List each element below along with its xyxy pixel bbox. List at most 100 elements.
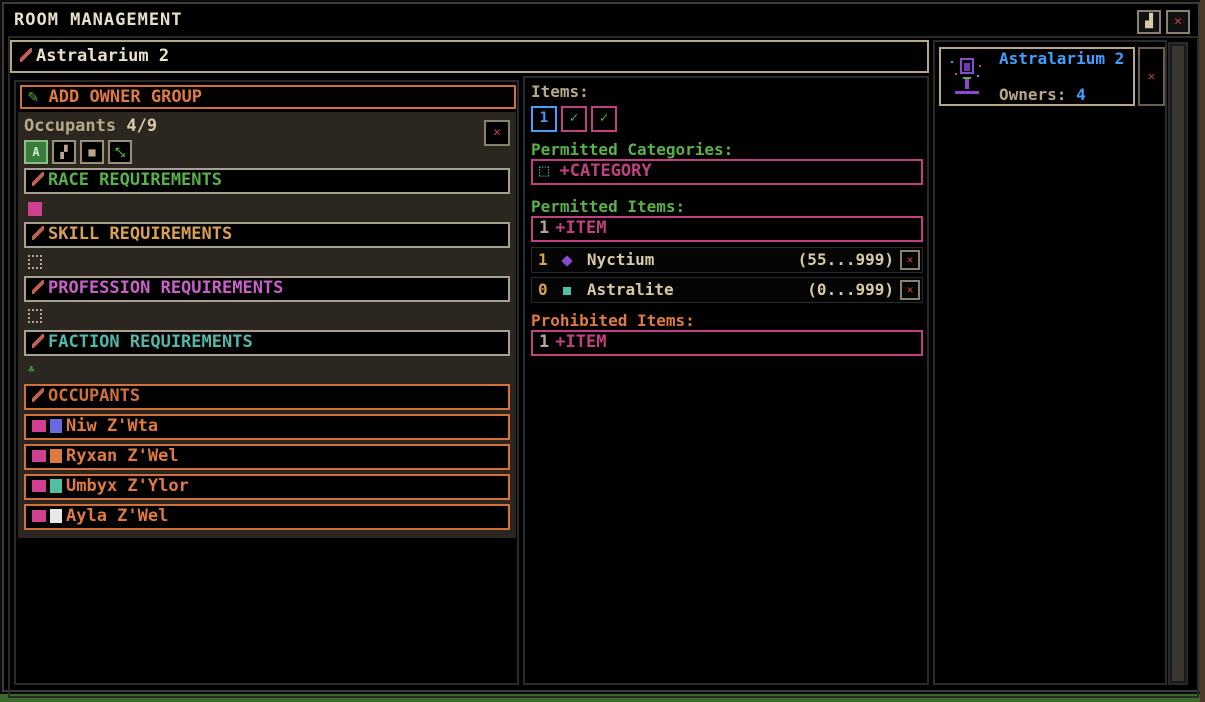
item-qty: 1 — [538, 250, 548, 269]
add-permitted-item-button[interactable]: 1 +ITEM — [531, 216, 923, 242]
add-owner-group-button[interactable]: ✎ ADD OWNER GROUP — [20, 85, 516, 109]
add-category-label: +CATEGORY — [559, 161, 652, 181]
rooms-list-panel: Astralarium 2 Owners: 4 ✕ — [933, 40, 1167, 685]
close-icon: ✕ — [1147, 69, 1156, 83]
filter-all-button[interactable]: A — [24, 140, 48, 164]
dotted-box-icon: ⬚ — [539, 161, 550, 181]
profession-empty-icon[interactable] — [28, 309, 42, 323]
occupants-label: Occupants — [24, 116, 117, 136]
race-icon — [50, 449, 62, 463]
occupant-name: Umbyx Z'Ylor — [66, 476, 189, 496]
room-name-text: Astralarium 2 — [36, 46, 170, 66]
folder-icon — [32, 510, 46, 522]
item-range[interactable]: (55...999) — [798, 248, 894, 272]
filter-block-button[interactable]: ■ — [80, 140, 104, 164]
astralarium-icon — [951, 58, 981, 94]
occupant-name: Niw Z'Wta — [66, 416, 159, 436]
add-icon: ✎ — [28, 87, 39, 107]
occupants-section-button[interactable]: OCCUPANTS — [24, 384, 510, 410]
pencil-icon — [32, 172, 44, 186]
occupant-row[interactable]: Niw Z'Wta — [24, 414, 510, 440]
prohibited-items-label: Prohibited Items: — [531, 311, 695, 330]
occupant-name: Ayla Z'Wel — [66, 506, 169, 526]
group-filter-icons: A ▞ ■ ⤡ — [24, 140, 132, 164]
scrollbar[interactable] — [1168, 42, 1188, 685]
items-label: Items: — [531, 82, 589, 101]
race-requirements-button[interactable]: RACE REQUIREMENTS — [24, 168, 510, 194]
pencil-icon — [32, 280, 44, 294]
race-icon — [50, 479, 62, 493]
item-tab-check-a[interactable]: ✓ — [561, 106, 587, 132]
window-title: ROOM MANAGEMENT — [14, 10, 183, 30]
profession-requirements-button[interactable]: PROFESSION REQUIREMENTS — [24, 276, 510, 302]
item-tab-count[interactable]: 1 — [531, 106, 557, 132]
add-category-button[interactable]: ⬚ +CATEGORY — [531, 159, 923, 185]
occupants-section-label: OCCUPANTS — [48, 386, 141, 406]
profession-requirements-label: PROFESSION REQUIREMENTS — [48, 278, 284, 298]
crystal-icon — [563, 287, 572, 295]
faction-requirements-label: FACTION REQUIREMENTS — [48, 332, 253, 352]
skill-requirements-button[interactable]: SKILL REQUIREMENTS — [24, 222, 510, 248]
permitted-item-row[interactable]: 1 Nyctium (55...999) ✕ — [531, 247, 923, 273]
faction-person-icon[interactable]: ♣ — [28, 363, 42, 377]
item-tabs: 1 ✓ ✓ — [531, 106, 617, 132]
pencil-icon — [20, 48, 32, 62]
remove-item-button[interactable]: ✕ — [900, 250, 920, 270]
folder-icon — [32, 480, 46, 492]
add-item-label: +ITEM — [555, 332, 607, 352]
room-name-field[interactable]: Astralarium 2 — [10, 40, 929, 73]
occupants-count: 4/9 — [126, 116, 158, 136]
close-button[interactable]: ✕ — [1166, 10, 1190, 34]
race-requirements-label: RACE REQUIREMENTS — [48, 170, 222, 190]
remove-room-button[interactable]: ✕ — [1138, 47, 1165, 106]
permitted-item-row[interactable]: 0 Astralite (0...999) ✕ — [531, 277, 923, 303]
owners-label: Owners: — [999, 85, 1067, 104]
item-name: Astralite — [586, 280, 674, 299]
room-card[interactable]: Astralarium 2 Owners: 4 — [939, 47, 1135, 106]
pencil-icon — [32, 226, 44, 240]
remove-item-button[interactable]: ✕ — [900, 280, 920, 300]
item-count-badge: 1 — [539, 332, 550, 352]
room-card-name: Astralarium 2 — [999, 49, 1125, 68]
owners-count: 4 — [1076, 85, 1086, 104]
occupant-row[interactable]: Umbyx Z'Ylor — [24, 474, 510, 500]
item-count-badge: 1 — [539, 218, 550, 238]
race-icon — [50, 509, 62, 523]
pencil-icon — [32, 334, 44, 348]
close-icon: ✕ — [1174, 14, 1182, 29]
folder-icon — [32, 420, 46, 432]
item-tab-check-b[interactable]: ✓ — [591, 106, 617, 132]
faction-requirements-button[interactable]: FACTION REQUIREMENTS — [24, 330, 510, 356]
permitted-items-label: Permitted Items: — [531, 197, 686, 216]
occupant-name: Ryxan Z'Wel — [66, 446, 179, 466]
item-range[interactable]: (0...999) — [807, 278, 894, 302]
race-folder-icon[interactable] — [28, 202, 42, 216]
remove-group-button[interactable]: ✕ — [484, 120, 510, 146]
occupants-header: Occupants 4/9 — [24, 116, 157, 136]
add-item-label: +ITEM — [555, 218, 607, 238]
items-panel: Items: 1 ✓ ✓ Permitted Categories: ⬚ +CA… — [523, 76, 929, 685]
owner-groups-panel: ✎ ADD OWNER GROUP Occupants 4/9 ✕ A ▞ ■ … — [14, 80, 519, 685]
gem-icon — [561, 255, 573, 267]
minimize-icon: ▟ — [1145, 14, 1153, 29]
skill-empty-icon[interactable] — [28, 255, 42, 269]
item-qty: 0 — [538, 280, 548, 299]
permitted-categories-label: Permitted Categories: — [531, 140, 734, 159]
add-prohibited-item-button[interactable]: 1 +ITEM — [531, 330, 923, 356]
pencil-icon — [32, 388, 44, 402]
background-edge — [1200, 0, 1205, 702]
skill-requirements-label: SKILL REQUIREMENTS — [48, 224, 233, 244]
occupant-row[interactable]: Ayla Z'Wel — [24, 504, 510, 530]
race-icon — [50, 419, 62, 433]
filter-expand-button[interactable]: ⤡ — [108, 140, 132, 164]
room-owners: Owners: 4 — [999, 85, 1086, 104]
owner-group: Occupants 4/9 ✕ A ▞ ■ ⤡ RACE REQUIREMENT… — [18, 112, 516, 538]
minimize-button[interactable]: ▟ — [1137, 10, 1161, 34]
item-name: Nyctium — [586, 250, 655, 269]
scrollbar-thumb[interactable] — [1172, 46, 1184, 681]
close-icon: ✕ — [493, 125, 501, 140]
occupant-row[interactable]: Ryxan Z'Wel — [24, 444, 510, 470]
filter-stairs-button[interactable]: ▞ — [52, 140, 76, 164]
add-owner-group-label: ADD OWNER GROUP — [48, 87, 203, 107]
folder-icon — [32, 450, 46, 462]
